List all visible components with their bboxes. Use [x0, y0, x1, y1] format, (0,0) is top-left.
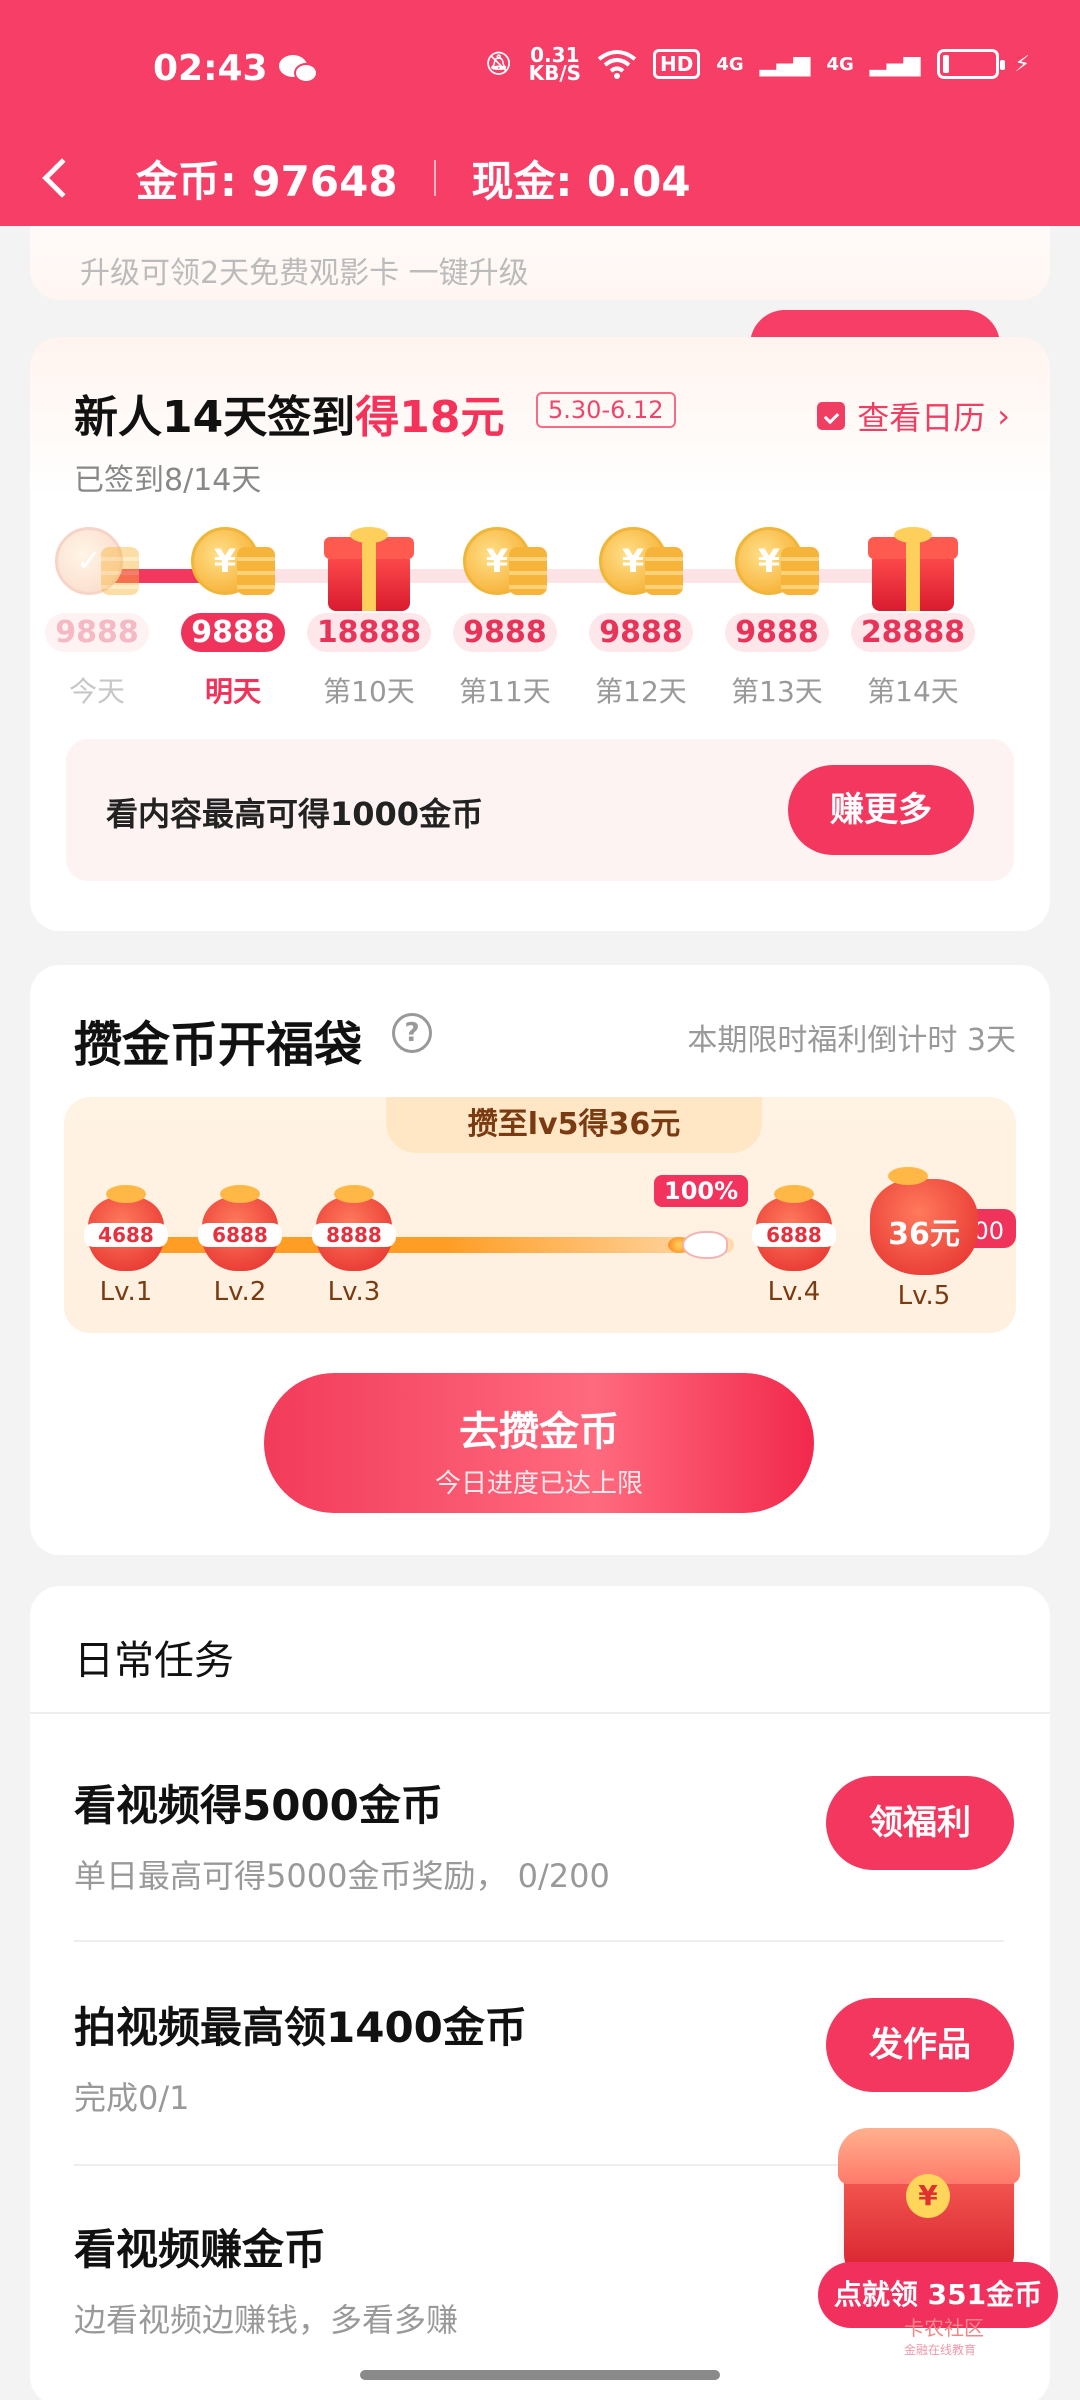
rocket-icon — [668, 1225, 728, 1265]
hd-icon: HD — [653, 49, 701, 79]
calendar-icon — [817, 402, 846, 430]
wifi-icon — [597, 50, 637, 79]
charging-icon: ⚡︎ — [1014, 51, 1030, 77]
wechat-icon — [279, 55, 318, 83]
bag-goal-tab: 攒至lv5得36元 — [386, 1097, 762, 1153]
signin-day[interactable]: 9888 第11天 — [440, 527, 570, 710]
signal-bars-icon-2: ▂▄▆ — [869, 51, 921, 77]
view-calendar-link[interactable]: 查看日历 › — [817, 393, 1010, 439]
signin-day[interactable]: 9888 明天 — [168, 527, 298, 710]
lucky-bag-icon: 36元 — [870, 1167, 978, 1275]
lucky-bag-lv5: 36元 Lv.5 — [864, 1167, 984, 1311]
day-amount: 18888 — [306, 613, 432, 652]
coin-icon — [599, 527, 683, 611]
status-bar: 02:43 🔕︎ 0.31 KB/S HD 4G ▂▄▆ 4G ▂▄▆ ⚡︎ — [0, 0, 1080, 130]
lucky-bag-icon: 6888 — [752, 1185, 836, 1271]
day-label: 第12天 — [595, 675, 687, 708]
signin-title: 新人14天签到得18元 — [74, 392, 505, 443]
header-bar: 02:43 🔕︎ 0.31 KB/S HD 4G ▂▄▆ 4G ▂▄▆ ⚡︎ 金… — [0, 0, 1080, 226]
signin-day[interactable]: 18888 第10天 — [304, 527, 434, 710]
signin-progress: 已签到8/14天 — [74, 463, 262, 498]
lucky-bag-card: 攒金币开福袋 ? 本期限时福利倒计时 3天 攒至lv5得36元 4688 Lv.… — [30, 965, 1050, 1555]
divider — [30, 1712, 1050, 1714]
gift-icon — [868, 527, 958, 611]
network-speed: 0.31 KB/S — [528, 43, 582, 85]
home-indicator[interactable] — [360, 2370, 720, 2380]
day-amount: 9888 — [453, 613, 557, 652]
signal-bars-icon: ▂▄▆ — [759, 51, 811, 77]
progress-percent-badge: 100% — [654, 1175, 749, 1207]
lucky-bag-icon: 4688 — [84, 1185, 168, 1271]
bag-progress-panel: 攒至lv5得36元 4688 Lv.1 6888 Lv.2 8888 Lv.3 … — [64, 1097, 1016, 1333]
countdown-text: 本期限时福利倒计时 3天 — [687, 1023, 1016, 1058]
day-label: 第10天 — [323, 675, 415, 708]
watermark: 卡农社区 金融在线教育 — [904, 2316, 984, 2357]
task-item: 看视频得5000金币 单日最高可得5000金币奖励， 0/200 领福利 — [74, 1772, 1014, 1897]
gift-icon — [324, 527, 414, 611]
day-label: 明天 — [204, 675, 261, 708]
coin-icon — [463, 527, 547, 611]
lucky-bag-icon: 6888 — [198, 1185, 282, 1271]
lucky-bag-icon: 8888 — [312, 1185, 396, 1271]
bag-progress-line — [124, 1237, 464, 1253]
day-amount: 28888 — [850, 613, 976, 652]
day-amount: 9888 — [45, 613, 149, 652]
coin-icon — [55, 527, 139, 611]
cash-balance: 现金: 0.04 — [471, 156, 691, 206]
post-work-button[interactable]: 发作品 — [826, 1998, 1014, 2092]
help-icon[interactable]: ? — [392, 1013, 432, 1053]
lucky-bag-lv3: 8888 Lv.3 — [312, 1185, 396, 1307]
lucky-bag-lv2: 6888 Lv.2 — [198, 1185, 282, 1307]
earn-more-button[interactable]: 赚更多 — [788, 765, 974, 855]
signal-icon: 4G — [716, 53, 744, 75]
signin-day[interactable]: 9888 第12天 — [576, 527, 706, 710]
day-label: 第11天 — [459, 675, 551, 708]
signin-card: 新人14天签到得18元 5.30-6.12 查看日历 › 已签到8/14天 98… — [30, 337, 1050, 931]
signin-day[interactable]: 28888 第14天 — [848, 527, 978, 710]
upgrade-text: 升级可领2天免费观影卡 一键升级 — [80, 256, 529, 291]
mute-icon: 🔕︎ — [484, 51, 513, 77]
daily-tasks-title: 日常任务 — [74, 1638, 234, 1684]
signal-icon-2: 4G — [826, 53, 854, 75]
date-range-badge: 5.30-6.12 — [536, 392, 676, 428]
task-item: 拍视频最高领1400金币 完成0/1 发作品 — [74, 1994, 1014, 2119]
coin-icon — [191, 527, 275, 611]
signin-day[interactable]: 9888 第13天 — [712, 527, 842, 710]
day-label: 第13天 — [731, 675, 823, 708]
lucky-bag-title: 攒金币开福袋 — [74, 1017, 363, 1073]
earn-more-box: 看内容最高可得1000金币 赚更多 — [66, 739, 1014, 881]
back-arrow-icon[interactable] — [42, 158, 82, 198]
day-amount: 9888 — [725, 613, 829, 652]
status-time: 02:43 — [153, 48, 268, 89]
signin-day[interactable]: 9888 今天 — [32, 527, 162, 710]
day-amount: 9888 — [181, 613, 285, 652]
collect-coins-button[interactable]: 去攒金币 今日进度已达上限 — [264, 1373, 814, 1513]
day-label: 今天 — [68, 675, 125, 708]
divider — [74, 1940, 1004, 1942]
lucky-bag-lv1: 4688 Lv.1 — [84, 1185, 168, 1307]
nav-bar: 金币: 97648 现金: 0.04 — [0, 130, 1080, 226]
claim-benefit-button[interactable]: 领福利 — [826, 1776, 1014, 1870]
day-amount: 9888 — [589, 613, 693, 652]
coin-icon — [735, 527, 819, 611]
chevron-right-icon: › — [997, 397, 1010, 435]
coin-balance: 金币: 97648 — [136, 156, 398, 206]
lucky-bag-lv4: 6888 Lv.4 — [752, 1185, 836, 1307]
day-label: 第14天 — [867, 675, 959, 708]
header-divider — [433, 160, 436, 196]
battery-icon — [936, 49, 1005, 79]
status-icons: 🔕︎ 0.31 KB/S HD 4G ▂▄▆ 4G ▂▄▆ ⚡︎ — [484, 43, 1030, 85]
earn-more-text: 看内容最高可得1000金币 — [106, 795, 484, 833]
